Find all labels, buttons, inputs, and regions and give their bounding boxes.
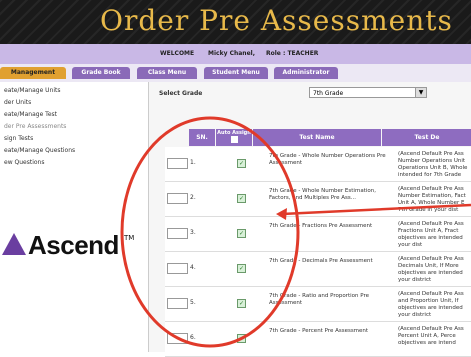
test-description: (Ascend Default Pre Ass Number Operation… <box>398 151 468 178</box>
test-name: 7th Grade - Ratio and Proportion Pre Ass… <box>269 293 369 306</box>
table-row: 4. ✓ 7th Grade - Decimals Pre Assessment… <box>165 252 471 287</box>
sidebar: eate/Manage Units der Units eate/Manage … <box>0 82 148 352</box>
grade-label: Select Grade <box>159 90 203 97</box>
test-description-column-header: Test De <box>382 129 471 146</box>
welcome-label: WELCOME <box>160 50 195 57</box>
sidebar-item-order-pre-assessments[interactable]: der Pre Assessments <box>4 123 66 130</box>
auto-assign-checkbox[interactable]: ✓ <box>237 229 246 238</box>
grade-select[interactable]: 7th Grade ▼ <box>309 87 427 98</box>
row-number: 5. <box>190 299 196 306</box>
ascend-logo: Ascend TM <box>0 228 148 262</box>
row-number: 3. <box>190 229 196 236</box>
tab-management[interactable]: Management <box>0 67 66 79</box>
test-name: 7th Grade - Fractions Pre Assessment <box>269 223 373 229</box>
user-role: Role : TEACHER <box>266 50 319 57</box>
table-row: 2. ✓ 7th Grade - Whole Number Estimation… <box>165 182 471 217</box>
tab-administrator[interactable]: Administrator <box>274 67 338 79</box>
test-name: 7th Grade - Percent Pre Assessment <box>269 328 369 334</box>
sidebar-item-order-units[interactable]: der Units <box>4 99 31 106</box>
sidebar-item-create-test[interactable]: eate/Manage Test <box>4 111 57 118</box>
row-number: 6. <box>190 334 196 341</box>
select-all-checkbox[interactable] <box>230 136 238 143</box>
user-name: Micky Chanel, <box>208 50 255 57</box>
sidebar-item-create-questions[interactable]: eate/Manage Questions <box>4 147 75 154</box>
app-header: Order Pre Assessments <box>0 0 471 44</box>
order-input[interactable] <box>167 158 188 169</box>
main-tabs: Management Grade Book Class Menu Student… <box>0 64 471 82</box>
auto-assign-checkbox[interactable]: ✓ <box>237 159 246 168</box>
sidebar-item-view-questions[interactable]: ew Questions <box>4 159 44 166</box>
sn-column-header: SN. <box>189 129 215 146</box>
table-row: 3. ✓ 7th Grade - Fractions Pre Assessmen… <box>165 217 471 252</box>
test-name: 7th Grade - Whole Number Operations Pre … <box>269 153 386 166</box>
order-input[interactable] <box>167 263 188 274</box>
auto-assign-checkbox[interactable]: ✓ <box>237 334 246 343</box>
auto-assign-checkbox[interactable]: ✓ <box>237 299 246 308</box>
order-input[interactable] <box>167 193 188 204</box>
row-number: 4. <box>190 264 196 271</box>
test-description: (Ascend Default Pre Ass Fractions Unit A… <box>398 221 464 248</box>
ascend-logo-icon <box>2 233 26 255</box>
page-title: Order Pre Assessments <box>100 4 453 37</box>
row-number: 1. <box>190 159 196 166</box>
grade-select-value: 7th Grade <box>313 90 344 97</box>
tab-student-menu[interactable]: Student Menu <box>204 67 268 79</box>
auto-assign-column-header: Auto Assign <box>216 129 252 146</box>
ascend-logo-text: Ascend <box>28 230 119 260</box>
test-description: (Ascend Default Pre Ass and Proportion U… <box>398 291 464 318</box>
test-name-column-header: Test Name <box>253 129 381 146</box>
table-row: 1. ✓ 7th Grade - Whole Number Operations… <box>165 147 471 182</box>
order-input[interactable] <box>167 228 188 239</box>
table-row: 5. ✓ 7th Grade - Ratio and Proportion Pr… <box>165 287 471 322</box>
test-description: (Ascend Default Pre Ass Decimals Unit, I… <box>398 256 464 283</box>
trademark-mark: TM <box>124 234 135 242</box>
auto-assign-checkbox[interactable]: ✓ <box>237 194 246 203</box>
auto-assign-checkbox[interactable]: ✓ <box>237 264 246 273</box>
chevron-down-icon[interactable]: ▼ <box>415 88 426 97</box>
test-description: (Ascend Default Pre Ass Number Estimatio… <box>398 186 466 213</box>
sidebar-item-assign-tests[interactable]: sign Tests <box>4 135 33 142</box>
welcome-bar: WELCOME Micky Chanel, Role : TEACHER <box>0 44 471 64</box>
test-name: 7th Grade - Whole Number Estimation, Fac… <box>269 188 376 201</box>
order-input[interactable] <box>167 298 188 309</box>
order-column-header <box>165 129 188 146</box>
sidebar-item-create-units[interactable]: eate/Manage Units <box>4 87 61 94</box>
main-content: Select Grade 7th Grade ▼ SN. Auto Assign… <box>148 82 471 357</box>
row-number: 2. <box>190 194 196 201</box>
test-name: 7th Grade - Decimals Pre Assessment <box>269 258 373 264</box>
order-input[interactable] <box>167 333 188 344</box>
tab-class-menu[interactable]: Class Menu <box>137 67 197 79</box>
tab-grade-book[interactable]: Grade Book <box>72 67 130 79</box>
